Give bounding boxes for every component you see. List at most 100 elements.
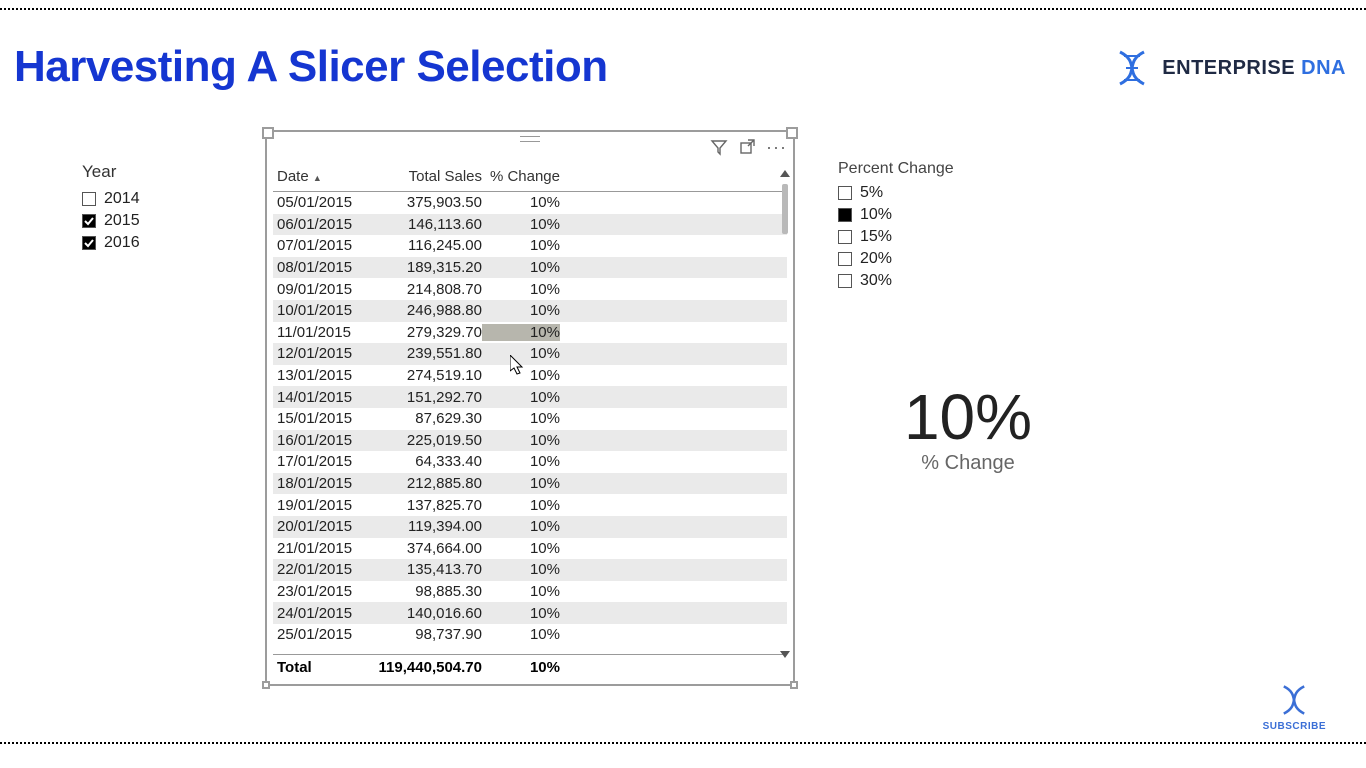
scroll-thumb[interactable] [782, 184, 788, 234]
cell-total-sales: 135,413.70 [372, 561, 482, 578]
table-scrollbar[interactable] [780, 170, 790, 658]
table-row[interactable]: 12/01/2015239,551.8010% [273, 343, 787, 365]
table-row[interactable]: 17/01/201564,333.4010% [273, 451, 787, 473]
cell-date: 06/01/2015 [277, 216, 372, 233]
checkbox-icon[interactable] [82, 192, 96, 206]
cell-date: 18/01/2015 [277, 475, 372, 492]
dna-icon [1277, 683, 1311, 717]
table-body: Date ▲ Total Sales % Change 05/01/201537… [273, 164, 787, 678]
checkbox-icon[interactable] [838, 274, 852, 288]
cell-total-sales: 375,903.50 [372, 194, 482, 211]
column-header-pct-change[interactable]: % Change [482, 168, 560, 185]
table-row[interactable]: 10/01/2015246,988.8010% [273, 300, 787, 322]
cell-date: 24/01/2015 [277, 605, 372, 622]
card-label: % Change [838, 452, 1098, 475]
cell-pct-change: 10% [482, 583, 560, 600]
table-row[interactable]: 18/01/2015212,885.8010% [273, 473, 787, 495]
table-row[interactable]: 16/01/2015225,019.5010% [273, 430, 787, 452]
resize-handle-br[interactable] [790, 681, 798, 689]
column-header-date[interactable]: Date ▲ [277, 168, 372, 185]
table-row[interactable]: 14/01/2015151,292.7010% [273, 386, 787, 408]
cell-pct-change: 10% [482, 561, 560, 578]
scroll-down-arrow[interactable] [780, 651, 790, 658]
cell-date: 15/01/2015 [277, 410, 372, 427]
year-option-2015[interactable]: 2015 [82, 210, 242, 232]
table-row[interactable]: 07/01/2015116,245.0010% [273, 235, 787, 257]
percent-option-15[interactable]: 15% [838, 226, 1038, 248]
cell-total-sales: 279,329.70 [372, 324, 482, 341]
drag-handle[interactable] [520, 136, 540, 142]
cell-date: 17/01/2015 [277, 453, 372, 470]
checkbox-icon[interactable] [838, 252, 852, 266]
table-row[interactable]: 06/01/2015146,113.6010% [273, 214, 787, 236]
year-slicer-label: Year [82, 162, 242, 182]
percent-option-label: 5% [860, 184, 883, 202]
checkbox-icon[interactable] [82, 236, 96, 250]
scroll-up-arrow[interactable] [780, 170, 790, 177]
table-row[interactable]: 22/01/2015135,413.7010% [273, 559, 787, 581]
cell-date: 05/01/2015 [277, 194, 372, 211]
subscribe-button[interactable]: SUBSCRIBE [1263, 683, 1326, 732]
cell-date: 21/01/2015 [277, 540, 372, 557]
brand-logo: ENTERPRISE DNA [1112, 48, 1346, 88]
table-total-row: Total 119,440,504.70 10% [273, 654, 787, 678]
year-option-2014[interactable]: 2014 [82, 188, 242, 210]
cell-date: 20/01/2015 [277, 518, 372, 535]
card-value: 10% [838, 380, 1098, 454]
table-row[interactable]: 24/01/2015140,016.6010% [273, 602, 787, 624]
percent-option-label: 10% [860, 206, 892, 224]
year-option-2016[interactable]: 2016 [82, 232, 242, 254]
table-row[interactable]: 25/01/201598,737.9010% [273, 624, 787, 646]
table-row[interactable]: 19/01/2015137,825.7010% [273, 494, 787, 516]
checkbox-icon[interactable] [838, 230, 852, 244]
resize-handle-bl[interactable] [262, 681, 270, 689]
cell-total-sales: 274,519.10 [372, 367, 482, 384]
checkbox-icon[interactable] [838, 208, 852, 222]
table-row[interactable]: 05/01/2015375,903.5010% [273, 192, 787, 214]
cell-total-sales: 225,019.50 [372, 432, 482, 449]
table-row[interactable]: 11/01/2015279,329.7010% [273, 322, 787, 344]
table-row[interactable]: 08/01/2015189,315.2010% [273, 257, 787, 279]
cell-total-sales: 98,737.90 [372, 626, 482, 643]
table-visual[interactable]: ··· Date ▲ Total Sales % Change 05/01/20… [265, 130, 795, 686]
table-row[interactable]: 20/01/2015119,394.0010% [273, 516, 787, 538]
table-row[interactable]: 13/01/2015274,519.1010% [273, 365, 787, 387]
cell-total-sales: 239,551.80 [372, 345, 482, 362]
cell-pct-change: 10% [482, 518, 560, 535]
cell-total-sales: 98,885.30 [372, 583, 482, 600]
column-header-total-sales[interactable]: Total Sales [372, 168, 482, 185]
cell-date: 08/01/2015 [277, 259, 372, 276]
cell-total-sales: 116,245.00 [372, 237, 482, 254]
filter-icon[interactable] [710, 138, 728, 156]
percent-option-10[interactable]: 10% [838, 204, 1038, 226]
cell-date: 14/01/2015 [277, 389, 372, 406]
table-header-row: Date ▲ Total Sales % Change [273, 164, 787, 192]
cell-pct-change: 10% [482, 281, 560, 298]
cell-total-sales: 87,629.30 [372, 410, 482, 427]
checkbox-icon[interactable] [838, 186, 852, 200]
cell-pct-change: 10% [482, 216, 560, 233]
table-row[interactable]: 21/01/2015374,664.0010% [273, 538, 787, 560]
cell-pct-change: 10% [482, 497, 560, 514]
percent-option-20[interactable]: 20% [838, 248, 1038, 270]
cell-total-sales: 246,988.80 [372, 302, 482, 319]
cell-total-sales: 140,016.60 [372, 605, 482, 622]
brand-text: ENTERPRISE DNA [1162, 57, 1346, 80]
table-row[interactable]: 09/01/2015214,808.7010% [273, 278, 787, 300]
focus-mode-icon[interactable] [738, 138, 756, 156]
checkbox-icon[interactable] [82, 214, 96, 228]
total-sales-value: 119,440,504.70 [372, 659, 482, 676]
sort-asc-icon: ▲ [313, 173, 322, 183]
percent-option-30[interactable]: 30% [838, 270, 1038, 292]
cell-pct-change: 10% [482, 389, 560, 406]
cell-total-sales: 151,292.70 [372, 389, 482, 406]
cell-date: 25/01/2015 [277, 626, 372, 643]
dotted-border-top [0, 8, 1366, 10]
percent-option-5[interactable]: 5% [838, 182, 1038, 204]
more-options-icon[interactable]: ··· [766, 143, 787, 151]
table-row[interactable]: 15/01/201587,629.3010% [273, 408, 787, 430]
cell-pct-change: 10% [482, 475, 560, 492]
cell-pct-change: 10% [482, 432, 560, 449]
table-row[interactable]: 23/01/201598,885.3010% [273, 581, 787, 603]
cell-pct-change: 10% [482, 410, 560, 427]
